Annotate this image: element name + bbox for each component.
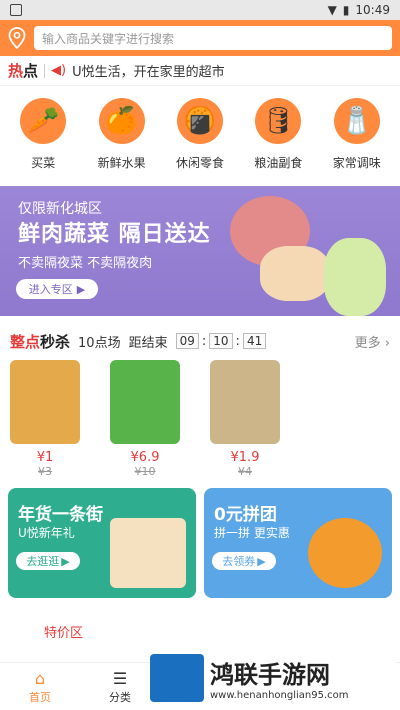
flash-sale-title: 整点秒杀 (10, 332, 71, 351)
flash-sale-header: 整点秒杀 10点场 距结束 09:10:41 更多 › (0, 326, 400, 356)
promo-cards: 年货一条街 U悦新年礼 去逛逛 ▶ 0元拼团 拼一拼 更实惠 去领券 ▶ (0, 478, 400, 608)
orange-image (308, 518, 382, 588)
browse-button[interactable]: 去逛逛 ▶ (16, 552, 80, 570)
chicken-image (260, 246, 330, 301)
product-image (110, 360, 180, 444)
clock: 10:49 (355, 3, 390, 17)
sale-price: ¥6.9 (130, 450, 160, 465)
category-item[interactable]: 🍘 休闲零食 (165, 98, 235, 186)
original-price: ¥10 (134, 465, 156, 478)
notice-text: U悦生活，开在家里的超市 (72, 65, 225, 80)
tab-home[interactable]: ⌂ 首页 (0, 663, 80, 710)
promo-card-newyear[interactable]: 年货一条街 U悦新年礼 去逛逛 ▶ (8, 488, 196, 598)
seasoning-icon: 🧂 (333, 98, 380, 144)
status-bar: ▼ ▮ 10:49 (0, 0, 400, 20)
product-image (10, 360, 80, 444)
gift-box-image (110, 518, 186, 588)
banner-headline: 鲜肉蔬菜 隔日送达 (18, 222, 211, 247)
notice-bar[interactable]: 热点 ◀) U悦生活，开在家里的超市 (0, 56, 400, 86)
category-icon: ☰ (112, 668, 128, 688)
session-label: 10点场 (78, 335, 121, 351)
watermark-logo (150, 654, 204, 702)
vegetable-icon: 🥕 (20, 98, 67, 144)
home-icon: ⌂ (34, 668, 46, 688)
flash-item[interactable]: ¥1.9 ¥4 (210, 360, 280, 478)
search-input[interactable]: 输入商品关键字进行搜索 (34, 26, 392, 50)
category-label: 休闲零食 (175, 156, 224, 170)
promo-card-group[interactable]: 0元拼团 拼一拼 更实惠 去领券 ▶ (204, 488, 392, 598)
notification-icon (10, 4, 22, 16)
promo-banner[interactable]: 仅限新化城区 鲜肉蔬菜 隔日送达 不卖隔夜菜 不卖隔夜肉 进入专区 ▶ (0, 186, 400, 316)
enter-zone-button[interactable]: 进入专区 ▶ (16, 279, 98, 299)
watermark-url: www.henanhonglian95.com (210, 690, 349, 701)
banner-subtitle: 不卖隔夜菜 不卖隔夜肉 (18, 256, 153, 271)
flash-item[interactable]: ¥6.9 ¥10 (110, 360, 180, 478)
special-section-title: 特价区 (44, 626, 84, 641)
location-icon[interactable] (8, 27, 26, 49)
category-item[interactable]: 🥕 买菜 (8, 98, 78, 186)
wifi-icon: ▼ (327, 3, 337, 17)
watermark-name: 鸿联手游网 (210, 661, 330, 689)
flash-sale-items: ¥1 ¥3 ¥6.9 ¥10 ¥1.9 ¥4 (0, 356, 400, 478)
ends-label: 距结束 (128, 335, 168, 351)
category-label: 买菜 (31, 156, 56, 170)
sale-price: ¥1 (36, 450, 54, 465)
get-coupon-button[interactable]: 去领券 ▶ (212, 552, 276, 570)
category-row: 🥕 买菜 🍊 新鲜水果 🍘 休闲零食 🛢 粮油副食 🧂 家常调味 (0, 86, 400, 186)
cabbage-image (324, 238, 386, 316)
product-image (210, 360, 280, 444)
divider (44, 63, 46, 78)
category-item[interactable]: 🛢 粮油副食 (243, 98, 313, 186)
tab-category[interactable]: ☰ 分类 (80, 663, 160, 710)
category-label: 家常调味 (332, 156, 381, 170)
notice-tag: 热点 (8, 62, 39, 80)
category-item[interactable]: 🍊 新鲜水果 (87, 98, 157, 186)
watermark: 鸿联手游网 www.henanhonglian95.com (150, 650, 396, 706)
original-price: ¥4 (238, 465, 252, 478)
sale-price: ¥1.9 (230, 450, 260, 465)
category-label: 新鲜水果 (97, 156, 146, 170)
battery-icon: ▮ (342, 3, 350, 17)
top-header: 输入商品关键字进行搜索 (0, 20, 400, 56)
play-icon: ▶ (76, 282, 86, 296)
category-label: 粮油副食 (254, 156, 303, 170)
oil-icon: 🛢 (255, 98, 302, 144)
flash-item[interactable]: ¥1 ¥3 (10, 360, 80, 478)
original-price: ¥3 (38, 465, 52, 478)
category-item[interactable]: 🧂 家常调味 (322, 98, 392, 186)
fruit-icon: 🍊 (98, 98, 145, 144)
countdown: 09:10:41 (175, 333, 267, 349)
banner-top-text: 仅限新化城区 (18, 201, 102, 217)
status-right: ▼ ▮ 10:49 (328, 3, 390, 17)
speaker-icon: ◀) (51, 63, 67, 78)
snack-icon: 🍘 (176, 98, 223, 144)
more-link[interactable]: 更多 › (355, 332, 390, 351)
